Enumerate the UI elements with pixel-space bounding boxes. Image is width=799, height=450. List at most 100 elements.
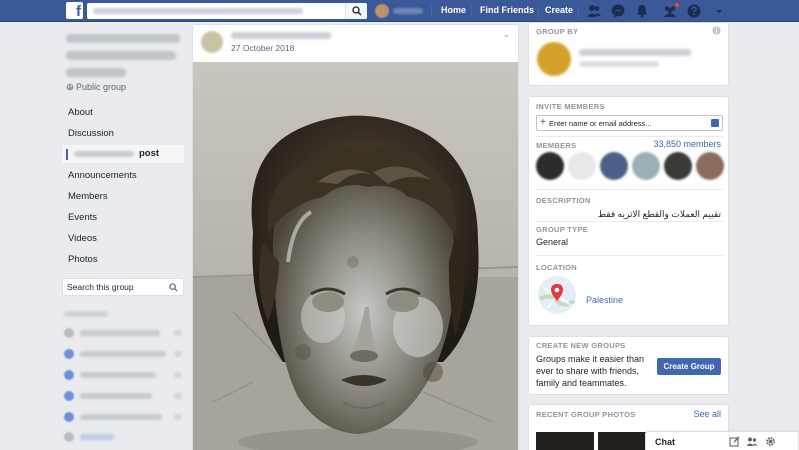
divider [471,5,472,17]
see-all-photos-link[interactable]: See all [693,409,721,419]
search-group-input[interactable] [67,281,163,293]
group-nav-members[interactable]: Members [68,191,108,202]
info-icon[interactable] [712,26,721,35]
create-groups-card: CREATE NEW GROUPS Groups make it easier … [528,336,729,395]
group-nav-about[interactable]: About [68,107,93,118]
create-group-chat-icon[interactable] [746,436,758,447]
heading-redacted [64,311,108,317]
shortcut-count-redacted [174,414,182,420]
group-type-value: General [536,237,569,247]
description-heading: DESCRIPTION [536,196,591,205]
avatar [375,4,389,18]
members-count-link[interactable]: 33,850 members [653,139,721,149]
shortcut-icon [64,349,74,359]
shortcut-item[interactable] [64,348,184,360]
avatar[interactable] [664,152,692,180]
antique-statue-head-photo [193,62,518,450]
profile-name-redacted [393,8,423,14]
profile-shortcut[interactable] [375,3,427,19]
search-icon [169,283,178,292]
shortcut-count-redacted [174,372,182,378]
group-name-redacted [66,34,180,43]
avatar[interactable] [568,152,596,180]
friend-requests-icon[interactable] [586,3,602,19]
post-photo[interactable] [193,62,518,450]
group-description: تقييم العملات والقطع الاثريه فقط [597,209,721,219]
group-photo-thumbnail[interactable] [536,432,594,450]
group-nav-discussion[interactable]: Discussion [68,128,114,139]
divider [536,255,723,256]
global-search-input[interactable] [87,3,367,19]
group-privacy-text: Public group [76,82,127,92]
messenger-icon[interactable] [610,3,626,19]
map-pin-icon[interactable] [537,275,577,315]
nav-find-friends-link[interactable]: Find Friends [480,0,534,22]
group-nav-post-label: post [139,148,160,159]
shortcut-item[interactable] [64,390,184,402]
create-groups-text: Groups make it easier than [536,354,645,364]
shortcut-count-redacted [174,393,182,399]
help-icon[interactable] [686,3,702,19]
top-navigation-bar: f Home Find Friends Create [0,0,799,22]
avatar[interactable] [632,152,660,180]
search-icon [352,6,362,16]
shortcut-item[interactable] [64,431,184,443]
avatar[interactable] [600,152,628,180]
group-by-card: GROUP BY [528,22,729,86]
group-nav-announcements[interactable]: Announcements [68,170,137,181]
group-privacy-label: Public group [66,82,126,92]
group-nav-photos[interactable]: Photos [68,254,98,265]
group-about-card: INVITE MEMBERS + MEMBERS 33,850 members … [528,96,729,326]
active-indicator [66,149,68,160]
divider [536,136,723,137]
address-book-icon[interactable] [711,119,719,127]
shortcut-icon [64,391,74,401]
post-author-redacted[interactable] [231,32,331,39]
group-name-redacted [66,51,176,60]
shortcut-label-redacted [80,434,114,440]
create-group-button[interactable]: Create Group [657,358,721,375]
location-heading: LOCATION [536,263,578,272]
create-groups-text: ever to share with friends, [536,366,640,376]
shortcut-label-redacted [80,414,162,420]
avatar[interactable] [696,152,724,180]
avatar[interactable] [537,42,571,76]
group-nav-events[interactable]: Events [68,212,97,223]
group-nav-videos[interactable]: Videos [68,233,97,244]
avatar[interactable] [201,31,223,53]
post-options-chevron-icon[interactable]: ⌄ [502,29,510,40]
chat-bar[interactable]: Chat [645,431,799,450]
invite-members-field[interactable]: + [536,115,723,131]
chat-settings-gear-icon[interactable] [765,436,776,447]
divider [536,189,723,190]
invite-members-input[interactable] [549,118,709,128]
search-button[interactable] [345,3,367,19]
divider [578,5,579,17]
shortcut-item[interactable] [64,411,184,423]
search-this-group[interactable] [62,278,184,296]
location-link[interactable]: Palestine [586,295,623,305]
invite-members-heading: INVITE MEMBERS [536,102,605,111]
chat-label: Chat [655,437,675,447]
group-type-heading: GROUP TYPE [536,225,589,234]
avatar[interactable] [536,152,564,180]
shortcut-item[interactable] [64,327,184,339]
group-by-heading: GROUP BY [536,27,579,36]
plus-icon: + [540,117,546,128]
nav-create-link[interactable]: Create [545,0,573,22]
group-nav-post-active[interactable]: post [62,145,184,163]
divider [536,221,723,222]
facebook-logo[interactable]: f [66,2,83,19]
nav-home-link[interactable]: Home [441,0,466,22]
new-message-icon[interactable] [729,436,740,447]
shortcut-item[interactable] [64,369,184,381]
admin-name-redacted [579,61,659,67]
globe-icon [66,83,74,91]
account-menu-caret-icon[interactable] [711,3,727,19]
post-card: 27 October 2018 ⌄ [192,24,519,450]
search-query-redacted [93,8,303,14]
notifications-bell-icon[interactable] [634,3,650,19]
admin-name-redacted[interactable] [579,49,691,56]
post-timestamp[interactable]: 27 October 2018 [231,43,294,53]
shortcut-icon [64,328,74,338]
